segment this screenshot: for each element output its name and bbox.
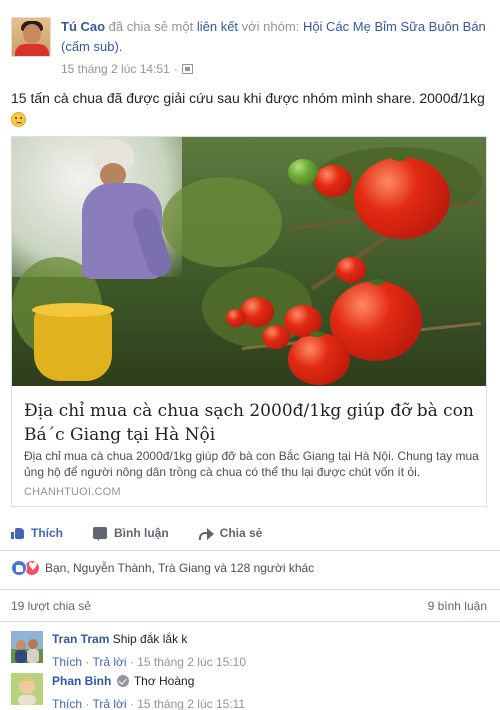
comment-label: Bình luận xyxy=(114,526,169,540)
comment-like-link[interactable]: Thích xyxy=(52,697,82,710)
comment-time[interactable]: 15 tháng 2 lúc 15:10 xyxy=(137,655,246,669)
sad-face-emoji-icon xyxy=(11,112,26,127)
comment-actions: Thích · Trả lời · 15 tháng 2 lúc 15:11 xyxy=(52,696,245,710)
share-button[interactable]: Chia sẻ xyxy=(198,526,263,540)
comment-actions: Thích · Trả lời · 15 tháng 2 lúc 15:10 xyxy=(52,654,246,671)
divider xyxy=(0,589,500,590)
thumbs-up-icon xyxy=(11,527,24,539)
post-headline: Tú Cao đã chia sẻ một liên kết với nhóm:… xyxy=(61,17,489,57)
comment-body: Tran Tram Ship đắk lắk k Thích · Trả lời… xyxy=(52,631,246,671)
comment-time[interactable]: 15 tháng 2 lúc 15:11 xyxy=(137,697,245,710)
share-label: Chia sẻ xyxy=(219,526,263,540)
link-preview-image[interactable] xyxy=(12,137,486,386)
comment-body: Phan Binh Thơ Hoàng Thích · Trả lời · 15… xyxy=(52,673,245,710)
sep: · xyxy=(82,697,93,710)
post-text: 15 tấn cà chua đã được giải cứu sau khi … xyxy=(11,88,487,130)
sep: · xyxy=(126,655,138,669)
to-group-text: với nhóm: xyxy=(238,19,303,34)
link-preview-card[interactable]: Địa chỉ mua cà chua sạch 2000đ/1kg giúp … xyxy=(11,136,487,507)
comment-reply-link[interactable]: Trả lời xyxy=(92,655,126,669)
like-label: Thích xyxy=(31,526,63,540)
like-button[interactable]: Thích xyxy=(11,526,63,540)
like-reaction-icon xyxy=(11,560,27,576)
commenter-avatar[interactable] xyxy=(11,673,43,705)
sep: · xyxy=(82,655,93,669)
comment-button[interactable]: Bình luận xyxy=(93,526,169,541)
engagement-counts: 19 lượt chia sẻ 9 bình luận xyxy=(11,599,487,613)
post-meta: 15 tháng 2 lúc 14:51 · xyxy=(61,62,193,76)
action-text: đã chia sẻ một xyxy=(105,19,197,34)
tagged-name[interactable]: Thơ Hoàng xyxy=(134,674,195,688)
divider xyxy=(0,621,500,622)
post-body: 15 tấn cà chua đã được giải cứu sau khi … xyxy=(11,90,485,106)
divider xyxy=(0,550,500,551)
comment-like-link[interactable]: Thích xyxy=(52,655,82,669)
group-privacy-icon xyxy=(181,64,193,74)
post-timestamp[interactable]: 15 tháng 2 lúc 14:51 xyxy=(61,62,170,76)
shares-count[interactable]: 19 lượt chia sẻ xyxy=(11,599,91,613)
comments-count[interactable]: 9 bình luận xyxy=(428,599,487,613)
sep: · xyxy=(126,697,138,710)
reactions-text[interactable]: Bạn, Nguyễn Thành, Trà Giang và 128 ngườ… xyxy=(45,561,314,575)
tag-check-icon xyxy=(116,675,129,687)
meta-dot: · xyxy=(173,62,178,76)
share-arrow-icon xyxy=(198,527,214,540)
reactions-summary[interactable]: Bạn, Nguyễn Thành, Trà Giang và 128 ngườ… xyxy=(11,560,314,576)
link-domain: CHANHTUOI.COM xyxy=(24,486,121,498)
comment-reply-link[interactable]: Trả lời xyxy=(92,697,126,710)
author-avatar[interactable] xyxy=(11,17,51,57)
link-title[interactable]: Địa chỉ mua cà chua sạch 2000đ/1kg giúp … xyxy=(24,399,474,447)
comment-text: Ship đắk lắk k xyxy=(109,632,188,646)
author-name[interactable]: Tú Cao xyxy=(61,19,105,34)
commenter-name[interactable]: Tran Tram xyxy=(52,632,109,646)
commenter-avatar[interactable] xyxy=(11,631,43,663)
commenter-name[interactable]: Phan Binh xyxy=(52,674,111,688)
comment-icon xyxy=(93,527,107,541)
post-action-bar: Thích Bình luận Chia sẻ xyxy=(11,522,489,544)
link-description: Địa chỉ mua cà chua 2000đ/1kg giúp đỡ bà… xyxy=(24,449,479,479)
link-word[interactable]: liên kết xyxy=(197,19,238,34)
